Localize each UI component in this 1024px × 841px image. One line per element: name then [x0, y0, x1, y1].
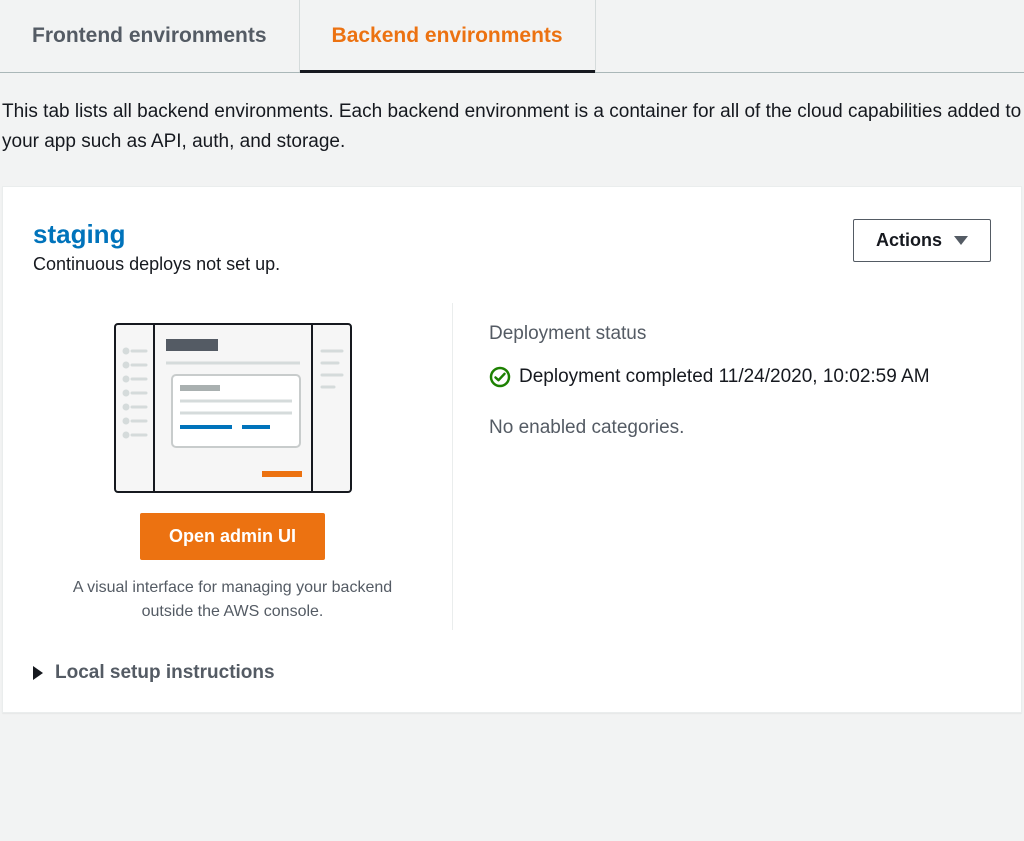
actions-dropdown-button[interactable]: Actions [853, 219, 991, 262]
tab-frontend-environments[interactable]: Frontend environments [0, 0, 300, 72]
categories-text: No enabled categories. [489, 417, 991, 439]
continuous-deploys-status: Continuous deploys not set up. [33, 254, 280, 275]
environment-header: staging Continuous deploys not set up. A… [33, 219, 991, 275]
deployment-panel: Deployment status Deployment completed 1… [453, 303, 991, 630]
deployment-status-text: Deployment completed 11/24/2020, 10:02:5… [519, 363, 930, 392]
deployment-status-heading: Deployment status [489, 323, 991, 345]
environment-card: staging Continuous deploys not set up. A… [2, 186, 1022, 713]
open-admin-ui-button[interactable]: Open admin UI [140, 513, 325, 560]
deployment-status-row: Deployment completed 11/24/2020, 10:02:5… [489, 363, 991, 392]
actions-label: Actions [876, 230, 942, 251]
admin-ui-panel: Open admin UI A visual interface for man… [33, 303, 453, 630]
tab-description: This tab lists all backend environments.… [0, 73, 1024, 186]
local-setup-label: Local setup instructions [55, 662, 275, 684]
admin-ui-illustration [114, 323, 352, 493]
caret-down-icon [954, 236, 968, 245]
check-circle-icon [489, 366, 511, 388]
admin-ui-description: A visual interface for managing your bac… [33, 576, 432, 624]
environment-name-link[interactable]: staging [33, 219, 280, 250]
caret-right-icon [33, 666, 43, 680]
tab-backend-environments[interactable]: Backend environments [300, 0, 596, 72]
tab-bar: Frontend environments Backend environmen… [0, 0, 1024, 73]
environment-body: Open admin UI A visual interface for man… [33, 303, 991, 630]
local-setup-expander[interactable]: Local setup instructions [33, 662, 991, 684]
